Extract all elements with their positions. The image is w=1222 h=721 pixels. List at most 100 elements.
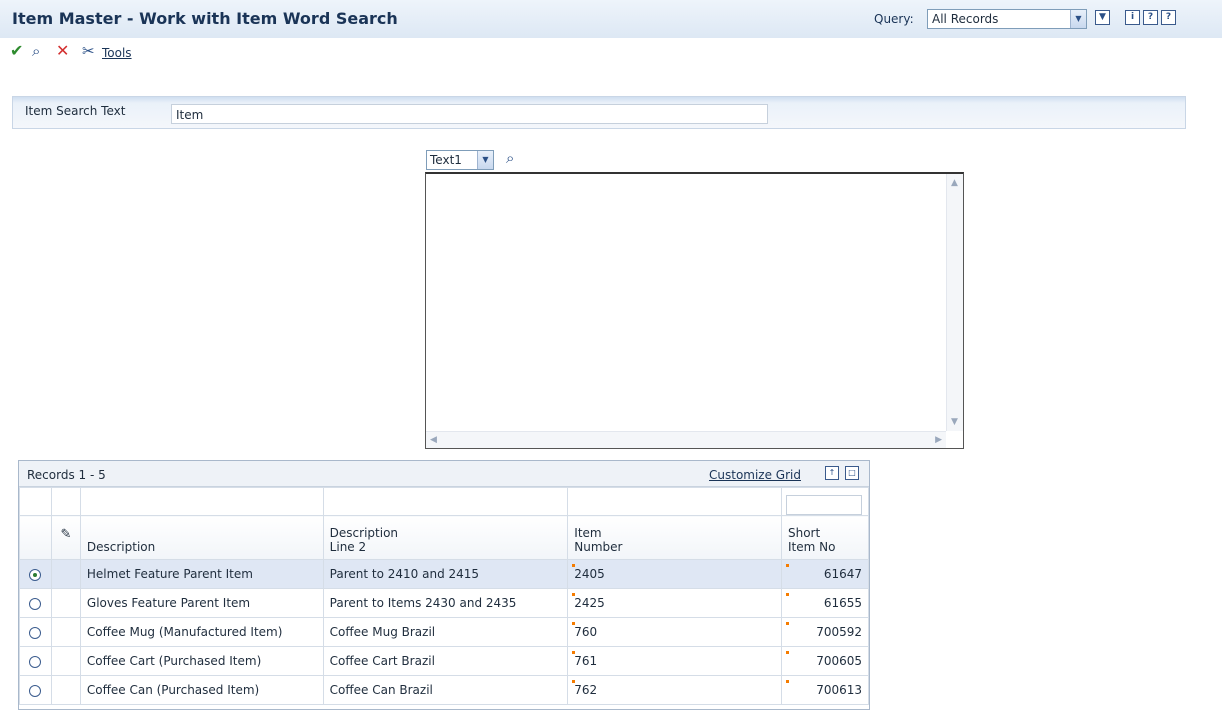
row-radio[interactable] bbox=[29, 655, 42, 668]
search-input[interactable]: Item bbox=[171, 104, 768, 124]
table-row[interactable]: Gloves Feature Parent Item Parent to Ite… bbox=[19, 588, 870, 618]
flag-marker bbox=[785, 564, 789, 567]
description-cell: Coffee Can (Purchased Item) bbox=[79, 675, 324, 705]
description2-cell: Coffee Can Brazil bbox=[322, 675, 569, 705]
short-item-value: 700605 bbox=[816, 654, 862, 668]
results-grid: Records 1 - 5 Customize Grid ↑ □ ✎ Descr… bbox=[18, 460, 870, 710]
context-help-icon[interactable]: ? bbox=[1161, 10, 1176, 25]
row-attachment-cell bbox=[50, 617, 81, 647]
item-number-value: 760 bbox=[574, 625, 598, 639]
column-header-short-item[interactable]: Short Item No bbox=[780, 515, 870, 560]
chevron-down-icon[interactable]: ▼ bbox=[477, 151, 493, 169]
description-cell: Coffee Mug (Manufactured Item) bbox=[79, 617, 324, 647]
flag-marker bbox=[785, 593, 789, 596]
short-item-cell: 700613 bbox=[780, 675, 870, 705]
item-number-value: 761 bbox=[574, 654, 598, 668]
find-icon[interactable]: ⌕ bbox=[32, 41, 40, 61]
row-attachment-cell bbox=[50, 588, 81, 618]
row-attachment-cell bbox=[50, 646, 81, 676]
vertical-scrollbar[interactable]: ▲ ▼ bbox=[946, 174, 963, 431]
short-item-value: 700613 bbox=[816, 683, 862, 697]
description-cell: Gloves Feature Parent Item bbox=[79, 588, 324, 618]
short-item-value: 61655 bbox=[823, 596, 862, 610]
row-select-cell[interactable] bbox=[19, 588, 52, 618]
search-label: Item Search Text bbox=[25, 104, 126, 118]
table-row[interactable]: Coffee Mug (Manufactured Item) Coffee Mu… bbox=[19, 617, 870, 647]
row-radio[interactable] bbox=[29, 684, 42, 697]
query-label: Query: bbox=[874, 12, 914, 26]
tools-icon[interactable]: ✂ bbox=[82, 41, 95, 61]
scroll-left-icon[interactable]: ◀ bbox=[430, 435, 437, 445]
item-number-cell: 762 bbox=[567, 675, 782, 705]
row-radio[interactable] bbox=[29, 626, 42, 639]
chevron-down-icon[interactable]: ▼ bbox=[1070, 10, 1086, 28]
column-header-line2: Description bbox=[86, 540, 156, 554]
row-select-cell[interactable] bbox=[19, 646, 52, 676]
scroll-right-icon[interactable]: ▶ bbox=[935, 435, 942, 445]
table-row[interactable]: Coffee Can (Purchased Item) Coffee Can B… bbox=[19, 675, 870, 705]
column-header-line2: Item No bbox=[787, 540, 836, 554]
qbe-item-number[interactable] bbox=[567, 487, 782, 516]
query-value: All Records bbox=[932, 12, 999, 26]
row-radio[interactable] bbox=[29, 568, 42, 581]
maximize-icon[interactable]: □ bbox=[845, 466, 859, 480]
qbe-row bbox=[19, 487, 870, 516]
column-header-line1: Short bbox=[787, 526, 821, 540]
query-select[interactable]: All Records ▼ bbox=[927, 9, 1087, 29]
row-select-cell[interactable] bbox=[19, 617, 52, 647]
tools-label: Tools bbox=[102, 46, 132, 60]
item-number-value: 2425 bbox=[574, 596, 605, 610]
filter-icon[interactable]: ▼ bbox=[1095, 10, 1110, 25]
column-header-line1: Description bbox=[329, 526, 399, 540]
description2-cell: Parent to Items 2430 and 2435 bbox=[322, 588, 569, 618]
column-header-description[interactable]: Description bbox=[79, 515, 324, 560]
horizontal-scrollbar[interactable]: ◀ ▶ bbox=[426, 431, 946, 448]
column-header-description2[interactable]: Description Line 2 bbox=[322, 515, 569, 560]
flag-marker bbox=[785, 622, 789, 625]
qbe-short-item-input[interactable] bbox=[785, 495, 862, 515]
info-icon[interactable]: i bbox=[1125, 10, 1140, 25]
row-select-cell[interactable] bbox=[19, 675, 52, 705]
text-type-select[interactable]: Text1 ▼ bbox=[426, 150, 494, 170]
item-number-cell: 2425 bbox=[567, 588, 782, 618]
grid-table: ✎ Description Description Line 2 Item Numb… bbox=[19, 487, 870, 705]
table-row[interactable]: Coffee Cart (Purchased Item) Coffee Cart… bbox=[19, 646, 870, 676]
row-radio[interactable] bbox=[29, 597, 42, 610]
table-row[interactable]: Helmet Feature Parent Item Parent to 241… bbox=[19, 559, 870, 589]
records-count: Records 1 - 5 bbox=[27, 468, 106, 482]
scroll-down-icon[interactable]: ▼ bbox=[951, 417, 958, 427]
tools-menu[interactable]: Tools bbox=[102, 43, 132, 63]
short-item-value: 700592 bbox=[816, 625, 862, 639]
short-item-cell: 61647 bbox=[780, 559, 870, 589]
item-number-cell: 761 bbox=[567, 646, 782, 676]
description2-cell: Parent to 2410 and 2415 bbox=[322, 559, 569, 589]
item-number-cell: 2405 bbox=[567, 559, 782, 589]
short-item-cell: 61655 bbox=[780, 588, 870, 618]
find-icon[interactable]: ⌕ bbox=[506, 149, 514, 167]
qbe-description2[interactable] bbox=[322, 487, 569, 516]
description2-cell: Coffee Mug Brazil bbox=[322, 617, 569, 647]
item-number-value: 2405 bbox=[574, 567, 605, 581]
text-area[interactable]: ▲ ▼ ◀ ▶ bbox=[425, 172, 964, 449]
customize-grid-link[interactable]: Customize Grid bbox=[709, 468, 801, 482]
short-item-cell: 700592 bbox=[780, 617, 870, 647]
checkmark-icon[interactable]: ✔ bbox=[10, 41, 23, 61]
column-header-item-number[interactable]: Item Number bbox=[567, 515, 782, 560]
export-icon[interactable]: ↑ bbox=[825, 466, 839, 480]
row-attachment-cell bbox=[50, 559, 81, 589]
attachment-icon: ✎ bbox=[60, 527, 72, 542]
description2-cell: Coffee Cart Brazil bbox=[322, 646, 569, 676]
qbe-short-item[interactable] bbox=[780, 487, 870, 516]
flag-marker bbox=[572, 651, 576, 654]
description-cell: Helmet Feature Parent Item bbox=[79, 559, 324, 589]
column-header-line2: Line 2 bbox=[329, 540, 367, 554]
flag-marker bbox=[572, 564, 576, 567]
search-panel: Item Search Text Item bbox=[12, 96, 1186, 129]
close-x-icon[interactable]: ✕ bbox=[56, 41, 69, 61]
scroll-up-icon[interactable]: ▲ bbox=[951, 178, 958, 188]
column-header-row: ✎ Description Description Line 2 Item Numb… bbox=[19, 515, 870, 560]
help-icon[interactable]: ? bbox=[1143, 10, 1158, 25]
qbe-description[interactable] bbox=[79, 487, 324, 516]
row-select-cell[interactable] bbox=[19, 559, 52, 589]
item-number-value: 762 bbox=[574, 683, 598, 697]
